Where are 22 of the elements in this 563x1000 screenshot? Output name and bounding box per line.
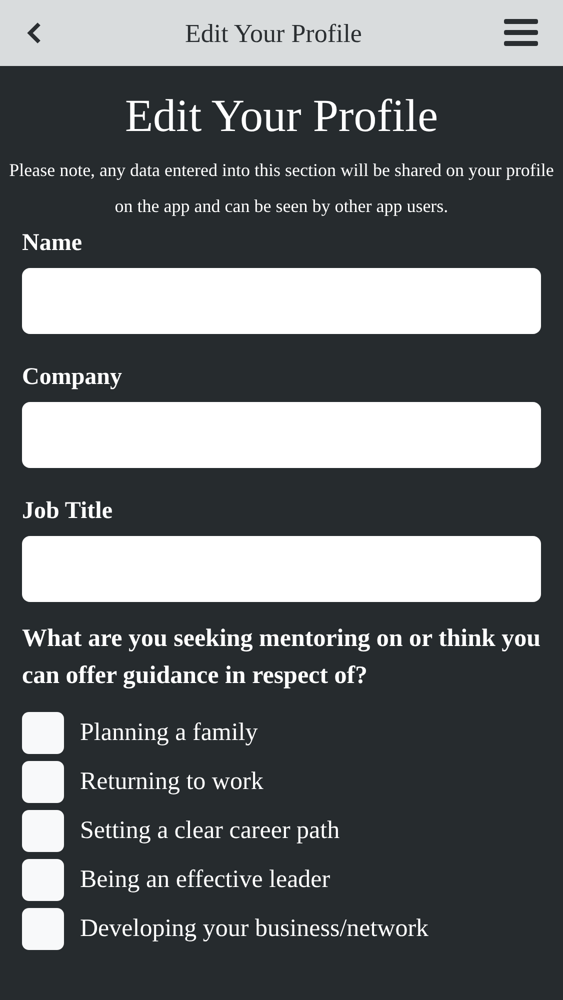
input-field[interactable] — [22, 536, 541, 602]
checkbox[interactable] — [22, 859, 64, 901]
option-label: Setting a clear career path — [80, 816, 340, 846]
field-label: Company — [22, 363, 124, 392]
checkbox[interactable] — [22, 908, 64, 950]
input-field[interactable] — [22, 402, 541, 468]
header-title: Edit Your Profile — [185, 18, 362, 50]
field-label: Name — [22, 229, 83, 258]
page-heading: Edit Your Profile — [124, 89, 440, 143]
input-field[interactable] — [22, 268, 541, 334]
option-label: Returning to work — [80, 767, 264, 797]
checkbox[interactable] — [22, 761, 64, 803]
option-label: Developing your business/network — [80, 914, 429, 944]
option-label: Being an effective leader — [80, 865, 330, 895]
option-label: Planning a family — [80, 718, 258, 748]
menu-icon — [504, 19, 538, 47]
field-label: Job Title — [22, 497, 114, 526]
mentoring-question: What are you seeking mentoring on or think you can offer guidance in respect of? — [22, 624, 541, 691]
back-icon — [26, 21, 42, 45]
privacy-note: Please note, any data entered into this section will be shared on your profile on the app and can be seen by other app users. — [8, 159, 555, 218]
checkbox[interactable] — [22, 712, 64, 754]
checkbox[interactable] — [22, 810, 64, 852]
